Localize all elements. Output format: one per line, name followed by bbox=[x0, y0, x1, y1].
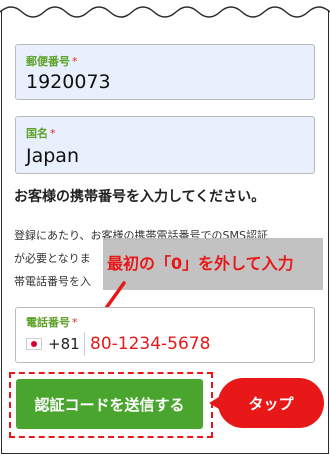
japan-flag-icon[interactable] bbox=[26, 338, 42, 350]
tap-callout-label: タップ bbox=[248, 394, 294, 413]
phone-number-value[interactable]: 80-1234-5678 bbox=[90, 334, 210, 354]
send-verification-code-button[interactable]: 認証コードを送信する bbox=[16, 379, 203, 429]
required-mark: * bbox=[72, 316, 78, 329]
phone-number-label: 電話番号 * bbox=[26, 316, 78, 329]
country-dial-code[interactable]: +81 bbox=[48, 335, 80, 353]
divider bbox=[84, 332, 85, 356]
phone-number-field[interactable]: 電話番号 * +81 80-1234-5678 bbox=[15, 307, 315, 363]
tap-callout-bubble: タップ bbox=[209, 378, 324, 428]
